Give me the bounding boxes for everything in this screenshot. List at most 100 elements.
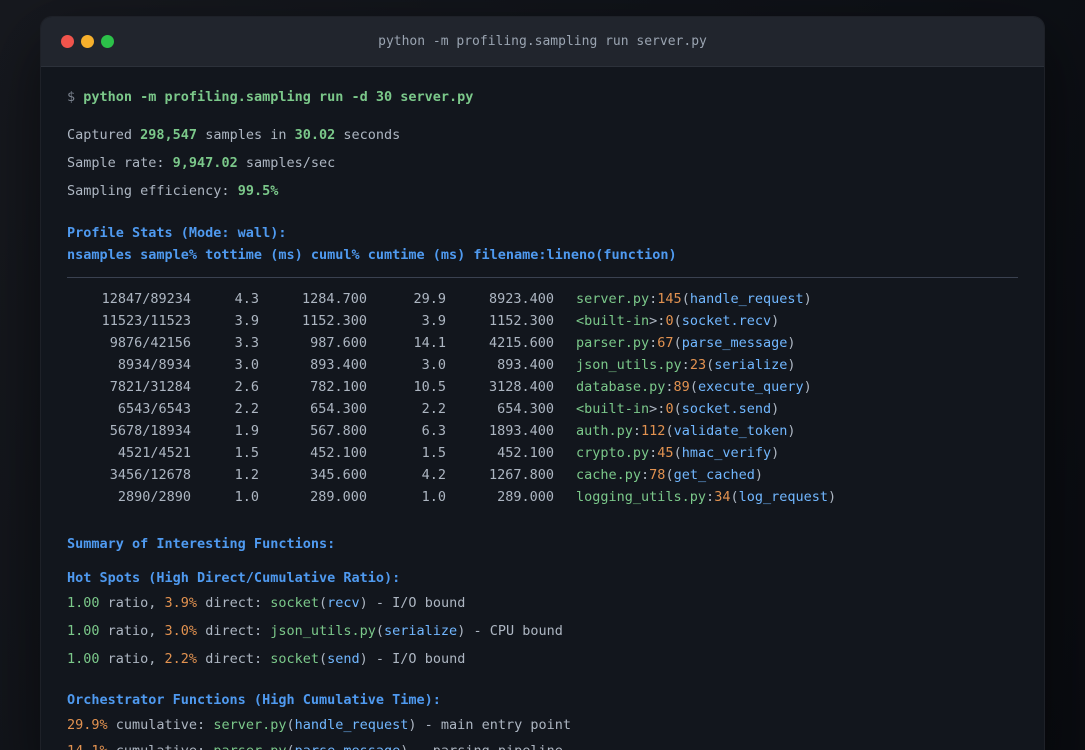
orchestrator-note: - parsing pipeline [408, 743, 563, 750]
filename: database.py [576, 379, 666, 395]
window-titlebar[interactable]: python -m profiling.sampling run server.… [41, 17, 1044, 67]
terminal-content[interactable]: $ python -m profiling.sampling run -d 30… [41, 67, 1044, 750]
nsamples-cell: 2890/2890 [117, 489, 191, 505]
direct-pct: 3.9% [164, 595, 198, 611]
function-name: parse_message [295, 743, 401, 750]
sample-pct-cell: 1.9 [234, 423, 259, 439]
sample-rate-line: Sample rate: 9,947.02 samples/sec [67, 152, 1018, 174]
paren-close: ) [754, 467, 763, 483]
stats-row: 5678/18934 1.9 567.800 6.3 1893.400 auth.py:1… [67, 420, 1018, 442]
table-header-divider [67, 277, 1018, 278]
efficiency-line: Sampling efficiency: 99.5% [67, 180, 1018, 202]
paren-open: ( [673, 313, 682, 329]
function-cell: <built-in>:0(socket.send) [576, 401, 779, 417]
sample-pct-cell: 1.2 [234, 467, 259, 483]
paren-open: ( [319, 595, 328, 611]
cumtime-cell: 654.300 [497, 401, 554, 417]
filename: cache.py [576, 467, 642, 483]
cumtime-cell: 8923.400 [488, 291, 554, 307]
samples-count: 298,547 [140, 127, 198, 143]
terminal-window: python -m profiling.sampling run server.… [40, 16, 1045, 750]
tottime-cell: 782.100 [310, 379, 367, 395]
tottime-cell: 654.300 [310, 401, 367, 417]
sample-pct-cell: 3.3 [234, 335, 259, 351]
cumul-pct-cell: 6.3 [421, 423, 446, 439]
nsamples-cell: 8934/8934 [117, 357, 191, 373]
cumtime-cell: 893.400 [497, 357, 554, 373]
desktop-background: python -m profiling.sampling run server.… [0, 0, 1085, 750]
function-name: serialize [384, 623, 458, 639]
paren-open: ( [689, 379, 698, 395]
cumul-pct-cell: 1.5 [421, 445, 446, 461]
cumul-pct-cell: 3.9 [421, 313, 446, 329]
command-line: $ python -m profiling.sampling run -d 30… [67, 86, 1018, 108]
tottime-cell: 893.400 [310, 357, 367, 373]
paren-open: ( [375, 623, 385, 639]
paren-close: ) [771, 445, 780, 461]
filename: logging_utils.py [576, 489, 707, 505]
paren-open: ( [286, 717, 295, 733]
function-cell: auth.py:112(validate_token) [576, 423, 796, 439]
direct-pct: 2.2% [164, 651, 198, 667]
captured-label: Captured [67, 127, 141, 143]
shell-prompt: $ [67, 89, 84, 105]
cumul-pct-cell: 2.2 [421, 401, 446, 417]
window-title: python -m profiling.sampling run server.… [378, 34, 707, 49]
rate-unit: samples/sec [237, 155, 336, 171]
minimize-button[interactable] [81, 35, 94, 48]
stats-row: 8934/8934 3.0 893.400 3.0 893.400 json_utils.… [67, 354, 1018, 376]
ratio-value: 1.00 [67, 651, 100, 667]
direct-label: direct: [197, 623, 271, 639]
ratio-value: 1.00 [67, 623, 100, 639]
cumtime-cell: 4215.600 [488, 335, 554, 351]
cumtime-cell: 1893.400 [488, 423, 554, 439]
direct-pct: 3.0% [164, 623, 198, 639]
tottime-cell: 567.800 [310, 423, 367, 439]
paren-close: ) [787, 357, 796, 373]
stats-columns-header: nsamples sample% tottime (ms) cumul% cum… [67, 247, 677, 263]
line-number: 112 [641, 423, 666, 439]
tottime-cell: 1284.700 [301, 291, 367, 307]
rate-value: 9,947.02 [172, 155, 238, 171]
orchestrators-list: 29.9% cumulative: server.py(handle_reque… [67, 714, 1018, 750]
captured-mid: samples in [197, 127, 295, 143]
tottime-cell: 1152.300 [301, 313, 367, 329]
function-name: recv [327, 595, 360, 611]
stats-row: 2890/2890 1.0 289.000 1.0 289.000 logging_uti… [67, 486, 1018, 508]
paren-close: ) [787, 335, 796, 351]
traffic-lights [41, 35, 131, 48]
function-cell: server.py:145(handle_request) [576, 291, 812, 307]
cumtime-cell: 1267.800 [488, 467, 554, 483]
paren-open: ( [673, 401, 682, 417]
cumulative-pct: 29.9% [67, 717, 108, 733]
cumul-pct-cell: 4.2 [421, 467, 446, 483]
stats-row: 12847/89234 4.3 1284.700 29.9 8923.400 server… [67, 288, 1018, 310]
line-number: 34 [714, 489, 731, 505]
sample-pct-cell: 1.0 [234, 489, 259, 505]
rate-label: Sample rate: [67, 155, 173, 171]
orchestrators-heading: Orchestrator Functions (High Cumulative … [67, 692, 441, 708]
nsamples-cell: 3456/12678 [109, 467, 191, 483]
nsamples-cell: 5678/18934 [109, 423, 191, 439]
line-number: 45 [657, 445, 674, 461]
paren-open: ( [673, 445, 682, 461]
cumulative-label: cumulative: [108, 743, 214, 750]
line-number: 78 [649, 467, 666, 483]
target-name: socket [270, 595, 319, 611]
captured-suffix: seconds [335, 127, 401, 143]
function-cell: crypto.py:45(hmac_verify) [576, 445, 779, 461]
cumulative-pct: 14.1% [67, 743, 108, 750]
paren-open: ( [665, 423, 674, 439]
orchestrator-line: 29.9% cumulative: server.py(handle_reque… [67, 714, 1018, 736]
paren-close: ) [803, 379, 812, 395]
function-name: log_request [738, 489, 828, 505]
paren-open: ( [673, 335, 682, 351]
duration-value: 30.02 [294, 127, 336, 143]
paren-close: ) [787, 423, 796, 439]
colon: : [681, 357, 690, 373]
zoom-button[interactable] [101, 35, 114, 48]
stats-row: 7821/31284 2.6 782.100 10.5 3128.400 database… [67, 376, 1018, 398]
close-button[interactable] [61, 35, 74, 48]
ratio-value: 1.00 [67, 595, 100, 611]
hot-spots-list: 1.00 ratio, 3.9% direct: socket(recv) - … [67, 592, 1018, 670]
